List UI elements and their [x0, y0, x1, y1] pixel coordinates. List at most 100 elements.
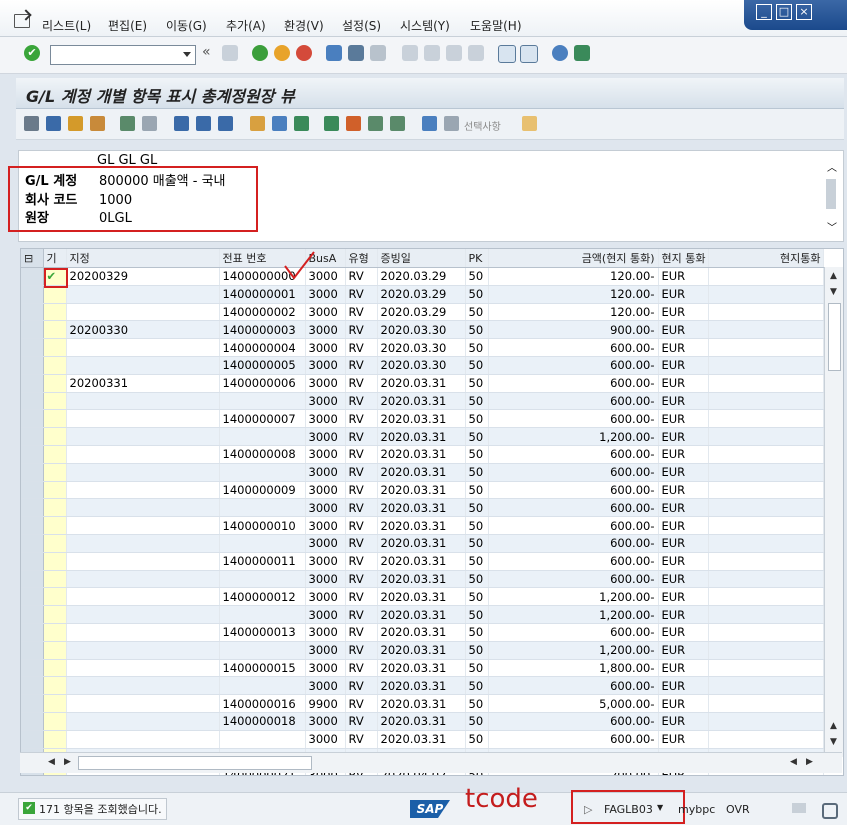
table-row[interactable]: 1400000012 3000 RV 2020.03.31 50 1,200.00- EUR	[21, 587, 825, 607]
cell-doc-number[interactable]	[219, 392, 306, 411]
back-icon[interactable]	[252, 45, 268, 61]
selection-info-icon[interactable]	[444, 116, 459, 131]
cell-busa[interactable]: 3000	[305, 712, 346, 731]
cell-amount[interactable]: 600.00-	[488, 730, 659, 749]
page-up-icon[interactable]: ▼	[830, 287, 837, 297]
cell-pk[interactable]: 50	[465, 587, 489, 607]
cell-busa[interactable]: 3000	[305, 730, 346, 749]
cell-doc-number[interactable]: 1400000018	[219, 712, 306, 731]
cell-type[interactable]: RV	[345, 356, 378, 375]
cell-busa[interactable]: 3000	[305, 570, 346, 589]
table-row[interactable]: 1400000005 3000 RV 2020.03.30 50 600.00- EUR	[21, 356, 825, 375]
row-selector[interactable]	[21, 303, 44, 322]
cell-pk[interactable]: 50	[465, 641, 489, 660]
grid-horizontal-scrollbar[interactable]: ◀ ▶ ◀ ▶	[20, 752, 842, 773]
filter-icon[interactable]	[174, 116, 189, 131]
cell-currency[interactable]: EUR	[658, 534, 710, 553]
table-row[interactable]: 1400000004 3000 RV 2020.03.30 50 600.00- EUR	[21, 338, 825, 357]
cell-doc-date[interactable]: 2020.03.29	[377, 303, 466, 322]
cell-local-currency[interactable]	[708, 392, 825, 411]
cell-doc-date[interactable]: 2020.03.31	[377, 392, 466, 411]
cell-doc-number[interactable]	[219, 463, 306, 482]
row-selector[interactable]	[21, 445, 44, 464]
cell-assignment[interactable]	[66, 481, 220, 500]
maximize-icon[interactable]: □	[776, 4, 792, 20]
cell-doc-number[interactable]: 1400000011	[219, 552, 306, 571]
table-row[interactable]: 1400000011 3000 RV 2020.03.31 50 600.00- EUR	[21, 552, 825, 571]
help-icon[interactable]	[552, 45, 568, 61]
cell-amount[interactable]: 600.00-	[488, 463, 659, 482]
scroll-thumb[interactable]	[828, 303, 841, 371]
row-selector[interactable]	[21, 427, 44, 446]
scroll-icon[interactable]	[522, 116, 537, 131]
cell-assignment[interactable]	[66, 676, 220, 696]
cell-assignment[interactable]	[66, 303, 220, 322]
cell-amount[interactable]: 1,200.00-	[488, 641, 659, 660]
cell-busa[interactable]: 3000	[305, 463, 346, 482]
cell-busa[interactable]: 3000	[305, 356, 346, 375]
cell-currency[interactable]: EUR	[658, 481, 710, 500]
cell-busa[interactable]: 3000	[305, 659, 346, 678]
cell-doc-date[interactable]: 2020.03.30	[377, 338, 466, 357]
cell-local-currency[interactable]	[708, 516, 825, 535]
cell-pk[interactable]: 50	[465, 552, 489, 571]
cell-doc-number[interactable]: 1400000013	[219, 623, 306, 642]
cell-doc-date[interactable]: 2020.03.31	[377, 374, 466, 393]
cell-pk[interactable]: 50	[465, 676, 489, 696]
cell-assignment[interactable]	[66, 534, 220, 553]
cell-pk[interactable]: 50	[465, 481, 489, 500]
cell-local-currency[interactable]	[708, 320, 825, 340]
cell-assignment[interactable]	[66, 694, 220, 713]
cell-busa[interactable]: 3000	[305, 445, 346, 464]
layout-icon[interactable]	[574, 45, 590, 61]
cell-amount[interactable]: 600.00-	[488, 338, 659, 357]
cell-doc-date[interactable]: 2020.03.31	[377, 694, 466, 713]
cell-assignment[interactable]	[66, 516, 220, 535]
cell-currency[interactable]: EUR	[658, 516, 710, 535]
minimize-icon[interactable]: _	[756, 4, 772, 20]
pencil-icon[interactable]	[46, 116, 61, 131]
cell-amount[interactable]: 600.00-	[488, 534, 659, 553]
cell-doc-date[interactable]: 2020.03.31	[377, 730, 466, 749]
cell-busa[interactable]: 3000	[305, 320, 346, 340]
cell-doc-number[interactable]: 1400000015	[219, 659, 306, 678]
cell-doc-number[interactable]: 1400000007	[219, 409, 306, 429]
row-selector[interactable]	[21, 409, 44, 429]
scroll-left-icon[interactable]: ◀	[48, 757, 55, 767]
cell-assignment[interactable]	[66, 409, 220, 429]
cell-local-currency[interactable]	[708, 641, 825, 660]
cell-pk[interactable]: 50	[465, 285, 489, 304]
cell-busa[interactable]: 3000	[305, 427, 346, 446]
cell-type[interactable]: RV	[345, 623, 378, 642]
cell-local-currency[interactable]	[708, 659, 825, 678]
cell-local-currency[interactable]	[708, 445, 825, 464]
scroll-right-icon[interactable]: ▶	[64, 757, 71, 767]
last-page-icon[interactable]	[468, 45, 484, 61]
cell-currency[interactable]: EUR	[658, 303, 710, 322]
menu-environment[interactable]: 환경(V)	[284, 17, 324, 34]
refresh-icon[interactable]	[142, 116, 157, 131]
system-menu-icon[interactable]	[14, 14, 30, 28]
table-row[interactable]: 3000 RV 2020.03.31 50 600.00- EUR	[21, 570, 825, 589]
cell-busa[interactable]: 3000	[305, 409, 346, 429]
cell-busa[interactable]: 3000	[305, 641, 346, 660]
cell-amount[interactable]: 600.00-	[488, 356, 659, 375]
cell-assignment[interactable]	[66, 623, 220, 642]
cell-type[interactable]: RV	[345, 445, 378, 464]
cell-amount[interactable]: 600.00-	[488, 712, 659, 731]
cell-assignment[interactable]	[66, 285, 220, 304]
cell-local-currency[interactable]	[708, 712, 825, 731]
cell-busa[interactable]: 3000	[305, 481, 346, 500]
column-header-amount[interactable]: 금액(현지 통화)	[488, 249, 659, 268]
table-row[interactable]: 1400000007 3000 RV 2020.03.31 50 600.00- EUR	[21, 409, 825, 429]
cell-type[interactable]: RV	[345, 392, 378, 411]
cell-assignment[interactable]	[66, 552, 220, 571]
row-selector[interactable]	[21, 338, 44, 357]
cell-local-currency[interactable]	[708, 303, 825, 322]
table-row[interactable]: 3000 RV 2020.03.31 50 600.00- EUR	[21, 730, 825, 749]
cell-doc-number[interactable]	[219, 498, 306, 518]
cell-pk[interactable]: 50	[465, 267, 489, 286]
table-row[interactable]: 1400000018 3000 RV 2020.03.31 50 600.00- EUR	[21, 712, 825, 731]
cell-assignment[interactable]: 20200330	[66, 320, 220, 340]
cell-doc-number[interactable]: 1400000005	[219, 356, 306, 375]
